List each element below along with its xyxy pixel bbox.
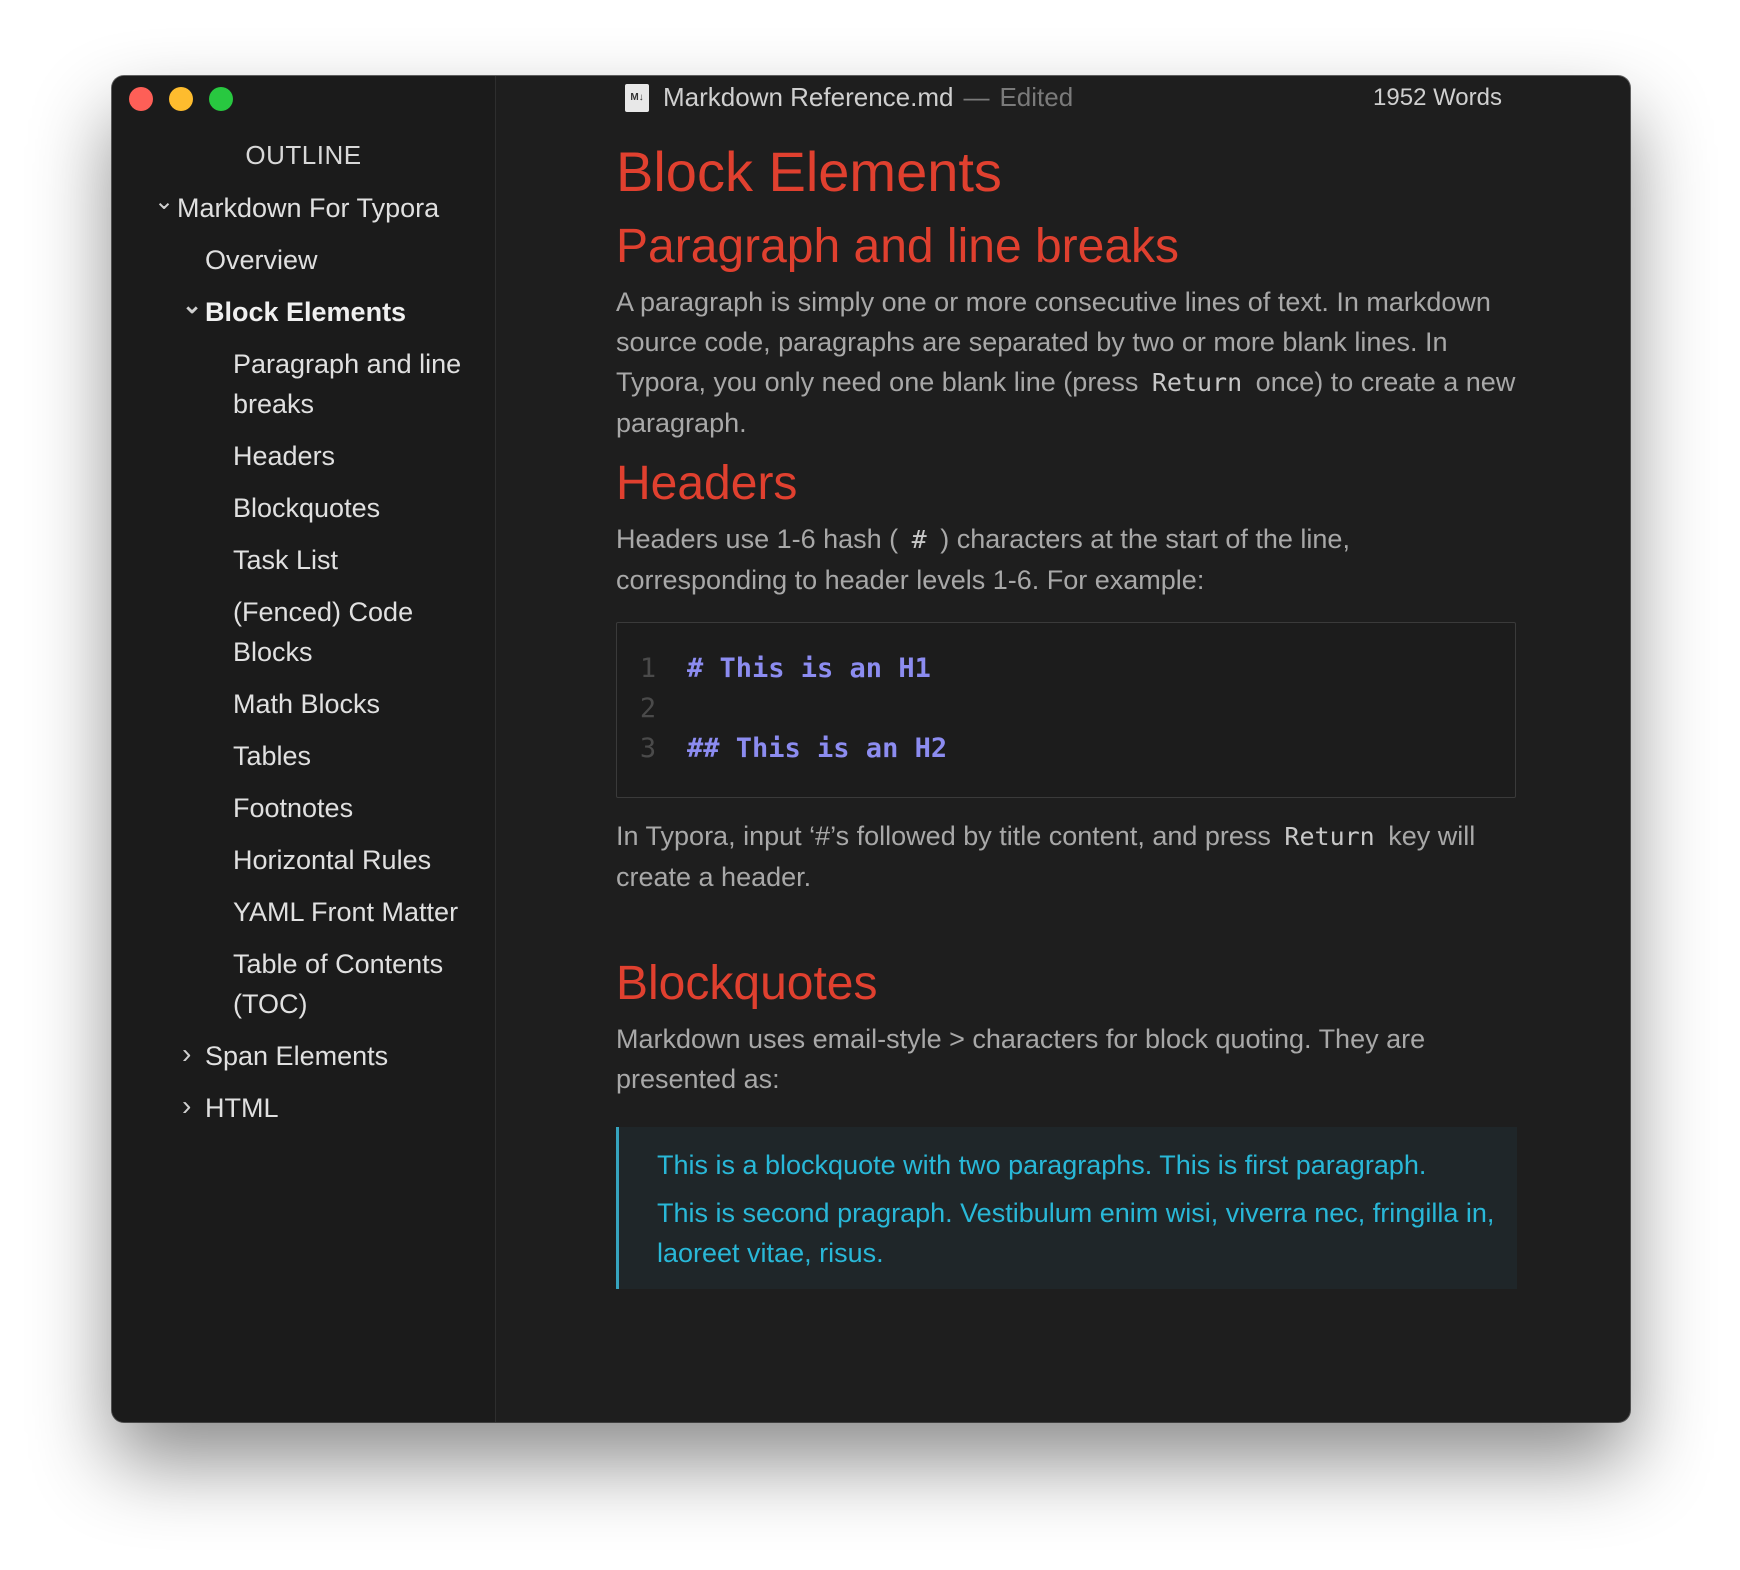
window-title: M↓ Markdown Reference.md — Edited: [625, 82, 1073, 113]
minimize-window-button[interactable]: [169, 87, 193, 111]
code-line: 1 # This is an H1: [617, 649, 1515, 689]
heading-blockquotes[interactable]: Blockquotes: [616, 949, 1516, 1019]
code-line: 3 ## This is an H2: [617, 729, 1515, 769]
code-text: # This is an H1: [687, 653, 931, 684]
edited-status: Edited: [999, 82, 1074, 112]
markdown-file-icon: M↓: [625, 83, 649, 112]
inline-code: Return: [1284, 822, 1375, 851]
outline-item-label: Footnotes: [233, 793, 354, 823]
outline-item[interactable]: ⌄ Block Elements: [112, 292, 495, 332]
headers-after-text-part: In Typora, input ‘#’s followed by title …: [616, 821, 1271, 851]
document-content[interactable]: Block Elements Paragraph and line breaks…: [616, 126, 1517, 1289]
headers-text-part: Headers use 1-6 hash (: [616, 524, 899, 554]
outline-item-label: Tables: [233, 741, 312, 771]
typora-window: OUTLINE ⌄ Markdown For Typora Overview ⌄ Blo…: [112, 76, 1630, 1422]
outline-item-label: Overview: [205, 245, 318, 275]
outline-item-label: HTML: [205, 1093, 279, 1123]
outline-list: ⌄ Markdown For Typora Overview ⌄ Block Eleme…: [112, 188, 495, 1140]
outline-sidebar: OUTLINE ⌄ Markdown For Typora Overview ⌄ Blo…: [112, 76, 496, 1422]
outline-title: OUTLINE: [245, 140, 362, 170]
chevron-down-icon[interactable]: ⌄: [182, 286, 202, 326]
outline-item-label: Paragraph and line breaks: [233, 349, 462, 419]
outline-item[interactable]: ⌄ Markdown For Typora: [112, 188, 495, 228]
blockquote-paragraph: This is second pragraph. Vestibulum enim…: [657, 1198, 1495, 1268]
heading-headers[interactable]: Headers: [616, 449, 1516, 519]
heading-paragraph[interactable]: Paragraph and line breaks: [616, 212, 1516, 282]
title-separator: —: [963, 82, 990, 112]
outline-item[interactable]: Headers: [112, 436, 495, 476]
chevron-right-icon[interactable]: ›: [182, 1086, 191, 1126]
outline-item[interactable]: Footnotes: [112, 788, 495, 828]
code-line: 2: [617, 689, 1515, 729]
window-controls: [129, 87, 233, 111]
paragraph-text[interactable]: A paragraph is simply one or more consec…: [616, 282, 1516, 443]
line-number: 2: [639, 693, 657, 724]
blockquotes-text[interactable]: Markdown uses email-style > characters f…: [616, 1019, 1516, 1099]
outline-item-label: Horizontal Rules: [233, 845, 432, 875]
outline-item-label: Math Blocks: [233, 689, 381, 719]
chevron-down-icon[interactable]: ⌄: [154, 182, 174, 222]
blockquote-paragraph: This is a blockquote with two paragraphs…: [657, 1150, 1427, 1180]
headers-after-text[interactable]: In Typora, input ‘#’s followed by title …: [616, 816, 1516, 897]
line-number: 1: [639, 653, 657, 684]
outline-item-label: Block Elements: [205, 297, 407, 327]
headers-text[interactable]: Headers use 1-6 hash ( # ) characters at…: [616, 519, 1516, 600]
outline-item[interactable]: Overview: [112, 240, 495, 280]
outline-item-label: (Fenced) Code Blocks: [233, 597, 414, 667]
blockquote[interactable]: This is a blockquote with two paragraphs…: [616, 1127, 1517, 1289]
close-window-button[interactable]: [129, 87, 153, 111]
outline-item[interactable]: Blockquotes: [112, 488, 495, 528]
outline-item-label: Headers: [233, 441, 336, 471]
chevron-right-icon[interactable]: ›: [182, 1034, 191, 1074]
inline-code: #: [911, 525, 927, 554]
outline-item-label: Span Elements: [205, 1041, 389, 1071]
title-bar: M↓ Markdown Reference.md — Edited 1952 W…: [495, 76, 1630, 122]
zoom-window-button[interactable]: [209, 87, 233, 111]
outline-item-label: Blockquotes: [233, 493, 381, 523]
outline-item[interactable]: Tables: [112, 736, 495, 776]
code-text: ## This is an H2: [687, 733, 948, 764]
word-count[interactable]: 1952 Words: [1373, 84, 1502, 112]
outline-item-label: Markdown For Typora: [177, 193, 440, 223]
outline-item-label: Task List: [233, 545, 339, 575]
outline-item-label: YAML Front Matter: [233, 897, 459, 927]
outline-item[interactable]: › HTML: [112, 1088, 495, 1128]
document-title: Markdown Reference.md: [663, 82, 954, 112]
outline-item[interactable]: YAML Front Matter: [112, 892, 495, 932]
outline-item-label: Table of Contents (TOC): [233, 949, 444, 1019]
outline-item[interactable]: (Fenced) Code Blocks: [112, 592, 495, 672]
line-number: 3: [639, 733, 657, 764]
code-block[interactable]: 1 # This is an H1 2 3 ## This is an H2: [616, 622, 1516, 798]
inline-code: Return: [1151, 368, 1243, 397]
outline-item[interactable]: Table of Contents (TOC): [112, 944, 495, 1024]
outline-item[interactable]: Paragraph and line breaks: [112, 344, 495, 424]
outline-item[interactable]: › Span Elements: [112, 1036, 495, 1076]
outline-item[interactable]: Horizontal Rules: [112, 840, 495, 880]
heading-block-elements[interactable]: Block Elements: [616, 132, 1516, 212]
outline-item[interactable]: Task List: [112, 540, 495, 580]
outline-item[interactable]: Math Blocks: [112, 684, 495, 724]
